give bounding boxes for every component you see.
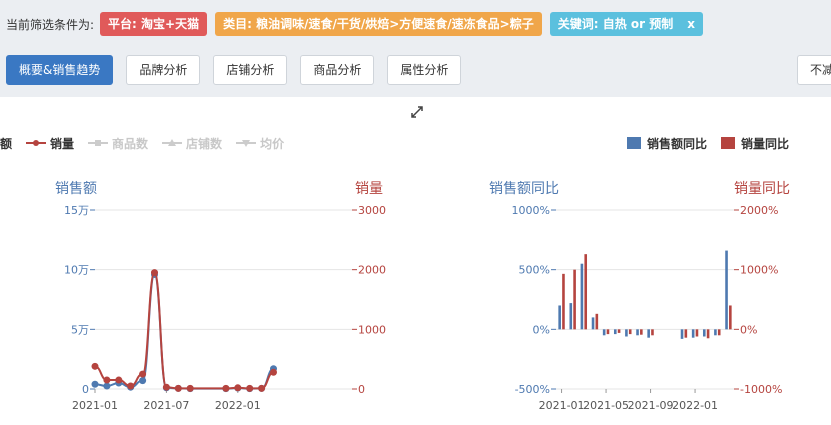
right-axis-tick-label: 0%: [740, 323, 757, 336]
data-point: [234, 384, 242, 392]
left-axis-tick-label: 0: [82, 383, 89, 396]
right-axis-tick-label: 3000: [358, 204, 386, 217]
bar: [573, 269, 576, 330]
data-point: [151, 269, 158, 277]
bar: [706, 329, 710, 339]
bar: [558, 305, 561, 330]
charts-canvas: 15万 3000 10万 2000 5万 1000 0 0 2021-01 2021-07 2022…: [64, 204, 782, 412]
x-axis-tick-label: 2022-01: [215, 399, 261, 412]
left-axis-tick-label: 0%: [533, 323, 550, 336]
data-point: [139, 370, 147, 378]
data-point: [91, 380, 99, 388]
bar: [725, 250, 728, 330]
bar: [569, 303, 573, 330]
bar: [580, 263, 584, 330]
bar: [684, 329, 688, 338]
right-axis-tick-label: 0: [358, 383, 365, 396]
series-line: [94, 271, 274, 390]
left-axis-tick-label: 1000%: [512, 204, 550, 217]
left-axis-tick-label: 5万: [71, 323, 89, 336]
data-point: [258, 384, 266, 392]
data-point: [222, 384, 230, 392]
bar: [602, 329, 606, 336]
bar: [640, 329, 643, 335]
x-axis-tick-label: 2021-09: [628, 399, 674, 412]
bar: [584, 254, 588, 330]
left-axis-tick-label: 10万: [64, 264, 89, 277]
right-axis-tick-label: 1000%: [740, 264, 778, 277]
data-point: [270, 368, 277, 376]
x-axis-tick-label: 2021-05: [583, 399, 629, 412]
left-axis-tick-label: 15万: [64, 204, 89, 217]
right-axis-tick-label: -1000%: [740, 383, 782, 396]
data-point: [91, 362, 99, 370]
data-point: [139, 377, 147, 385]
right-axis-tick-label: 1000: [358, 323, 386, 336]
left-axis-tick-label: -500%: [515, 383, 550, 396]
x-axis-tick-label: 2021-01: [72, 399, 118, 412]
bar: [625, 329, 628, 337]
x-axis-tick-label: 2021-07: [143, 399, 189, 412]
bar: [628, 329, 632, 335]
bar: [691, 329, 695, 338]
bar: [729, 305, 732, 330]
bar: [651, 329, 654, 336]
bar: [702, 329, 706, 337]
data-point: [186, 384, 194, 392]
bar: [636, 329, 639, 336]
bar: [680, 329, 684, 339]
data-point: [174, 384, 182, 392]
bar: [562, 273, 565, 330]
bar: [717, 329, 721, 336]
data-point: [246, 384, 254, 392]
data-point: [115, 376, 123, 384]
data-point: [127, 382, 135, 390]
bar: [606, 329, 610, 335]
bar: [617, 329, 621, 333]
bar: [613, 329, 617, 335]
right-axis-tick-label: 2000: [358, 264, 386, 277]
data-point: [162, 383, 170, 391]
bar: [591, 317, 595, 330]
bar: [595, 313, 599, 330]
data-point: [103, 376, 111, 384]
right-axis-tick-label: 2000%: [740, 204, 778, 217]
left-axis-tick-label: 500%: [519, 264, 550, 277]
data-point: [103, 382, 111, 390]
x-axis-tick-label: 2022-01: [672, 399, 718, 412]
bar: [714, 329, 717, 336]
x-axis-tick-label: 2021-01: [539, 399, 585, 412]
bar: [695, 329, 699, 337]
bar: [647, 329, 650, 338]
series-line: [94, 273, 274, 390]
